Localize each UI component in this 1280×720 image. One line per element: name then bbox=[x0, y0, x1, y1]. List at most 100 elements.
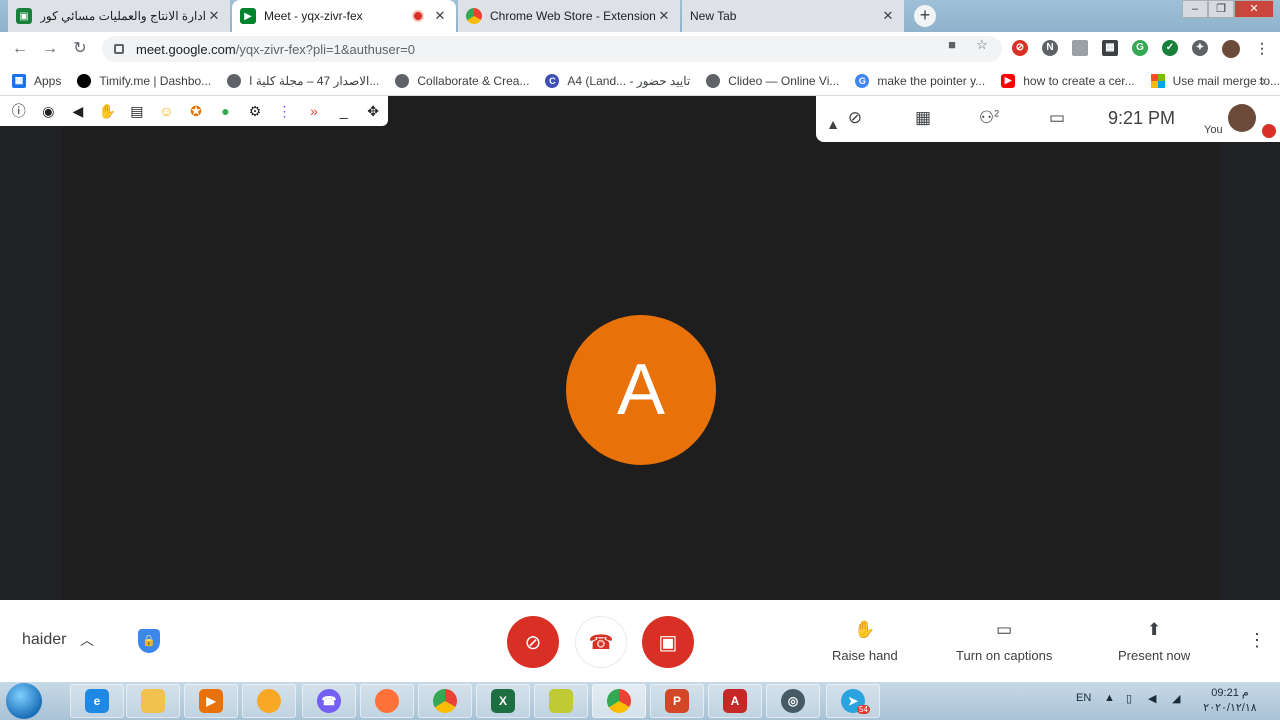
present-now-button[interactable]: ⬆ Present now bbox=[1118, 620, 1190, 663]
hand-icon[interactable]: ✋ bbox=[93, 100, 123, 122]
move-arrows-icon[interactable]: ✥ bbox=[358, 100, 388, 122]
folder-icon bbox=[141, 689, 165, 713]
extension-check-icon[interactable]: ✓ bbox=[1162, 40, 1178, 56]
firefox-icon bbox=[375, 689, 399, 713]
extension-grid-icon[interactable]: ▦ bbox=[1102, 40, 1118, 56]
speaker-icon[interactable]: ◀ bbox=[63, 100, 93, 122]
tab-classroom[interactable]: ▣ ادارة الانتاج والعمليات مسائي كورس اول… bbox=[8, 0, 230, 32]
taskbar-chrome[interactable] bbox=[418, 684, 472, 718]
tab-close-icon[interactable]: ✕ bbox=[432, 8, 448, 24]
meeting-time: 9:21 PM bbox=[1108, 108, 1176, 128]
close-window-button[interactable]: ✕ bbox=[1234, 0, 1274, 18]
clock-date: ٢٠٢٠/١٢/١٨ bbox=[1203, 702, 1257, 714]
viber-icon: ☎ bbox=[317, 689, 341, 713]
captions-button[interactable]: ▭ Turn on captions bbox=[956, 620, 1052, 663]
reload-icon[interactable]: ↻ bbox=[70, 39, 90, 59]
address-bar[interactable]: meet.google.com/yqx-zivr-fex?pli=1&authu… bbox=[102, 36, 1002, 62]
tray-expand-icon[interactable]: ▲ bbox=[1104, 692, 1115, 704]
tab-web-store[interactable]: Chrome Web Store - Extensions ✕ bbox=[458, 0, 680, 32]
restore-button[interactable]: ❐ bbox=[1208, 0, 1234, 18]
extension-reader-icon[interactable] bbox=[1072, 40, 1088, 56]
taskbar-powerpoint[interactable]: P bbox=[650, 684, 704, 718]
chat-icon[interactable]: ▭ bbox=[1044, 108, 1070, 130]
new-tab-button[interactable]: + bbox=[914, 5, 936, 27]
double-chevron-icon[interactable]: » bbox=[299, 100, 329, 122]
bookmark-google[interactable]: G make the pointer y... bbox=[855, 73, 985, 88]
extension-red-icon[interactable]: ⊘ bbox=[1012, 40, 1028, 56]
eye-icon[interactable]: ◉ bbox=[34, 100, 64, 122]
chrome-web-store-favicon-icon bbox=[466, 8, 482, 24]
language-indicator[interactable]: EN bbox=[1076, 692, 1091, 704]
emoji-icon[interactable]: ☺ bbox=[152, 100, 182, 122]
bookmark-label: Apps bbox=[34, 73, 62, 88]
badge-icon[interactable]: ✪ bbox=[181, 100, 211, 122]
bookmark-label: الاصدار 47 – مجلة كلية ا... bbox=[249, 73, 380, 88]
profile-avatar[interactable] bbox=[1222, 40, 1240, 58]
taskbar-internet-explorer[interactable]: e bbox=[70, 684, 124, 718]
minimize-icon[interactable]: _ bbox=[329, 100, 359, 122]
host-controls-shield-icon[interactable]: 🔒 bbox=[138, 629, 160, 653]
clipboard-icon[interactable]: ▤ bbox=[122, 100, 152, 122]
recording-indicator-icon bbox=[412, 10, 424, 22]
camera-toggle-button[interactable]: ▣ bbox=[642, 616, 694, 668]
microphone-toggle-button[interactable]: ⊘ bbox=[507, 616, 559, 668]
bookmarks-overflow-icon[interactable]: » bbox=[1259, 73, 1266, 88]
extension-n-icon[interactable]: N bbox=[1042, 40, 1058, 56]
acrobat-icon: A bbox=[723, 689, 747, 713]
tab-close-icon[interactable]: ✕ bbox=[880, 8, 896, 24]
taskbar-files[interactable] bbox=[534, 684, 588, 718]
taskbar-app-orange[interactable] bbox=[242, 684, 296, 718]
people-icon[interactable]: ⚇2 bbox=[976, 108, 1002, 130]
leave-call-button[interactable]: ☎ bbox=[575, 616, 627, 668]
tab-new-tab[interactable]: New Tab ✕ bbox=[682, 0, 904, 32]
taskbar-chrome-active[interactable] bbox=[592, 684, 646, 718]
taskbar-file-explorer[interactable] bbox=[126, 684, 180, 718]
info-icon[interactable]: ⓘ bbox=[4, 100, 34, 122]
back-arrow-icon[interactable]: ← bbox=[10, 39, 30, 59]
extensions-puzzle-icon[interactable]: ✦ bbox=[1192, 40, 1208, 56]
camera-in-use-icon[interactable]: ■ bbox=[944, 37, 960, 53]
bookmark-timify[interactable]: Timify.me | Dashbo... bbox=[77, 73, 211, 88]
taskbar-media-player[interactable]: ▶ bbox=[184, 684, 238, 718]
taskbar-telegram[interactable]: ➤ 54 bbox=[826, 684, 880, 718]
windows-start-button[interactable] bbox=[6, 683, 42, 719]
microsoft-icon bbox=[1150, 73, 1165, 88]
bookmark-apps[interactable]: ▦ Apps bbox=[12, 73, 62, 88]
taskbar-excel[interactable]: X bbox=[476, 684, 530, 718]
more-options-icon[interactable]: ⋮ bbox=[1248, 630, 1266, 651]
files-icon bbox=[549, 689, 573, 713]
forward-arrow-icon[interactable]: → bbox=[40, 39, 60, 59]
bookmark-clideo[interactable]: Clideo — Online Vi... bbox=[706, 73, 839, 88]
volume-icon[interactable]: ◀ bbox=[1148, 692, 1156, 705]
excel-icon: X bbox=[491, 689, 515, 713]
chrome-menu-icon[interactable]: ⋮ bbox=[1254, 40, 1270, 56]
bookmark-star-icon[interactable]: ☆ bbox=[974, 37, 990, 53]
raise-hand-button[interactable]: ✋ Raise hand bbox=[832, 620, 898, 663]
bookmark-youtube[interactable]: ▶ how to create a cer... bbox=[1001, 73, 1135, 88]
extension-grammarly-icon[interactable]: G bbox=[1132, 40, 1148, 56]
more-vertical-icon[interactable]: ⋮ bbox=[270, 100, 300, 122]
taskbar-viber[interactable]: ☎ bbox=[302, 684, 356, 718]
taskbar-acrobat[interactable]: A bbox=[708, 684, 762, 718]
classroom-favicon-icon: ▣ bbox=[16, 8, 32, 24]
microphone-off-icon[interactable]: ⊘ bbox=[842, 108, 868, 130]
tab-meet[interactable]: ▶ Meet - yqx-zivr-fex ✕ bbox=[232, 0, 456, 32]
google-icon: G bbox=[855, 73, 870, 88]
bookmark-journal[interactable]: الاصدار 47 – مجلة كلية ا... bbox=[227, 73, 380, 88]
taskbar-clock[interactable]: 09:21 م ٢٠٢٠/١٢/١٨ bbox=[1200, 686, 1260, 716]
captions-label: Turn on captions bbox=[956, 648, 1053, 663]
settings-gear-icon[interactable]: ⚙ bbox=[240, 100, 270, 122]
chat-bubble-icon[interactable]: ● bbox=[211, 100, 241, 122]
bookmark-collaborate[interactable]: Collaborate & Crea... bbox=[395, 73, 529, 88]
tab-close-icon[interactable]: ✕ bbox=[206, 8, 222, 24]
canva-icon: C bbox=[545, 73, 560, 88]
chevron-up-icon[interactable]: ︿ bbox=[80, 630, 94, 650]
bookmark-canva[interactable]: C A4 (Land... - تاييد حضور bbox=[545, 73, 690, 88]
action-center-icon[interactable]: ▯ bbox=[1126, 692, 1132, 705]
minimize-button[interactable]: ‒ bbox=[1182, 0, 1208, 18]
taskbar-firefox[interactable] bbox=[360, 684, 414, 718]
taskbar-camera-app[interactable]: ◎ bbox=[766, 684, 820, 718]
grid-layout-icon[interactable]: ▦ bbox=[910, 108, 936, 130]
tab-close-icon[interactable]: ✕ bbox=[656, 8, 672, 24]
network-icon[interactable]: ◢ bbox=[1172, 692, 1180, 705]
